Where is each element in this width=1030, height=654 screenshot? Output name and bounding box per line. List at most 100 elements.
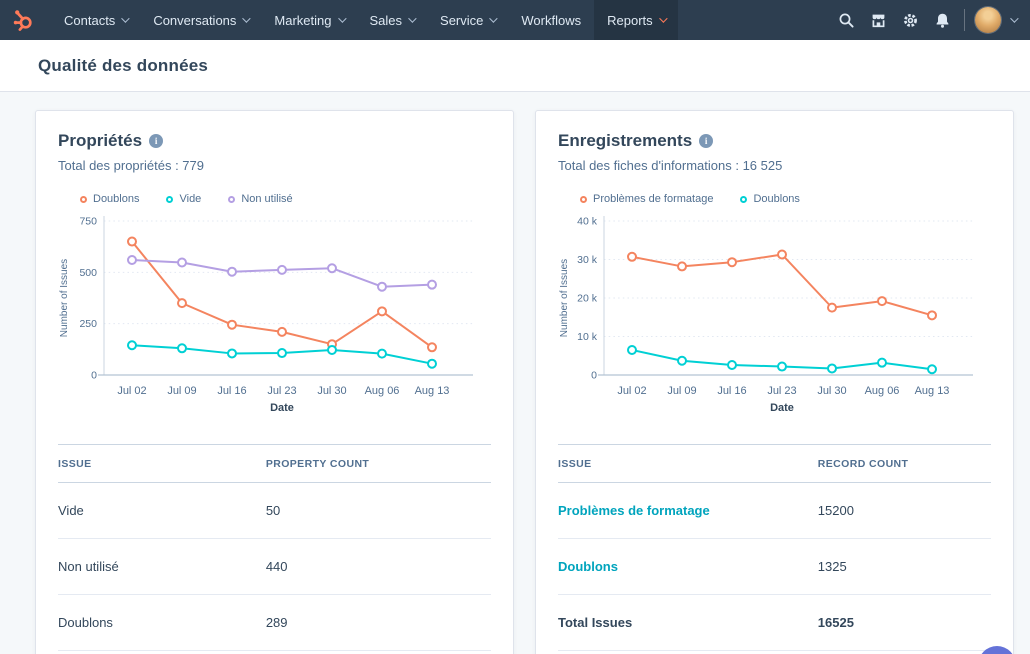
legend-label: Doublons	[753, 193, 799, 205]
marketplace-icon	[870, 12, 887, 29]
x-tick-label: Jul 02	[117, 385, 146, 397]
chart-point-doublons	[428, 343, 436, 351]
x-tick-label: Jul 09	[667, 385, 696, 397]
x-tick-label: Aug 06	[865, 385, 900, 397]
table-row: Non utilisé 440	[58, 539, 491, 595]
chart-point-vide	[428, 360, 436, 368]
nav-item-sales[interactable]: Sales	[357, 0, 428, 40]
avatar[interactable]	[975, 7, 1001, 33]
chevron-down-icon	[659, 14, 667, 22]
chart-point-vide	[378, 350, 386, 358]
table-row: Problèmes de formatage 15200	[558, 483, 991, 539]
nav-item-contacts[interactable]: Contacts	[51, 0, 140, 40]
nav-item-label: Marketing	[274, 13, 331, 28]
count-cell: 289	[266, 615, 491, 630]
chevron-down-icon	[121, 14, 129, 22]
issue-link[interactable]: Problèmes de formatage	[558, 503, 818, 518]
hubspot-logo[interactable]	[0, 0, 51, 40]
chart-point-non-utilis-	[178, 258, 186, 266]
y-tick-label: 0	[591, 370, 597, 382]
properties-chart: 0250500750Jul 02Jul 09Jul 16Jul 23Jul 30…	[58, 207, 493, 417]
y-tick-label: 30 k	[577, 254, 598, 266]
chart-point-doublons	[228, 321, 236, 329]
count-cell: 1325	[818, 559, 991, 574]
total-issues-cell: Total Issues	[558, 615, 818, 630]
nav-item-label: Conversations	[153, 13, 236, 28]
x-axis-title: Date	[770, 402, 794, 414]
y-axis-title: Number of Issues	[59, 259, 70, 337]
chart-point-doublons	[278, 328, 286, 336]
y-tick-label: 40 k	[577, 216, 598, 228]
chart-point-non-utilis-	[278, 266, 286, 274]
legend-label: Vide	[179, 193, 201, 205]
column-header-record-count: RECORD COUNT	[818, 458, 991, 470]
chart-point-vide	[128, 341, 136, 349]
table-row: Doublons 289	[58, 595, 491, 651]
x-tick-label: Jul 30	[317, 385, 346, 397]
y-tick-label: 0	[91, 370, 97, 382]
chart-point-doublons	[628, 346, 636, 354]
chart-point-probl-mes-de-formatage	[678, 262, 686, 270]
legend-label: Problèmes de formatage	[593, 193, 713, 205]
nav-item-workflows[interactable]: Workflows	[508, 0, 594, 40]
chart-point-vide	[328, 346, 336, 354]
column-header-issue: ISSUE	[558, 458, 818, 470]
chart-point-probl-mes-de-formatage	[928, 311, 936, 319]
page-title: Qualité des données	[38, 56, 208, 76]
settings-button[interactable]	[894, 0, 926, 40]
page-header: Qualité des données	[0, 40, 1030, 92]
legend-item-non-utilis-[interactable]: Non utilisé	[228, 193, 292, 205]
total-count-cell: 16525	[818, 615, 991, 630]
legend-item-vide[interactable]: Vide	[166, 193, 201, 205]
nav-item-label: Sales	[370, 13, 403, 28]
legend-marker-icon	[228, 196, 235, 203]
chart-point-non-utilis-	[228, 268, 236, 276]
chart-point-vide	[228, 349, 236, 357]
chart-point-doublons	[178, 299, 186, 307]
chevron-down-icon	[490, 14, 498, 22]
issue-cell: Doublons	[58, 615, 266, 630]
y-tick-label: 10 k	[577, 331, 598, 343]
chart-point-doublons	[678, 357, 686, 365]
info-icon[interactable]: i	[699, 134, 713, 148]
nav-item-marketing[interactable]: Marketing	[261, 0, 356, 40]
gear-icon	[902, 12, 919, 29]
sprocket-icon	[11, 7, 35, 33]
nav-item-reports[interactable]: Reports	[594, 0, 678, 40]
x-tick-label: Aug 06	[365, 385, 400, 397]
legend-item-probl-mes-de-formatage[interactable]: Problèmes de formatage	[580, 193, 713, 205]
nav-right-section	[830, 0, 1030, 40]
chart-point-doublons	[878, 359, 886, 367]
legend-item-doublons[interactable]: Doublons	[80, 193, 139, 205]
chart-point-non-utilis-	[378, 283, 386, 291]
info-icon[interactable]: i	[149, 134, 163, 148]
issue-cell: Vide	[58, 503, 266, 518]
chart-point-non-utilis-	[128, 256, 136, 264]
y-axis-title: Number of Issues	[559, 259, 570, 337]
chevron-down-icon[interactable]	[1010, 14, 1018, 22]
table-row-total: Total Issues 16525	[558, 595, 991, 651]
chart-point-probl-mes-de-formatage	[778, 250, 786, 258]
notifications-button[interactable]	[926, 0, 958, 40]
column-header-property-count: PROPERTY COUNT	[266, 458, 491, 470]
issue-link[interactable]: Doublons	[558, 559, 818, 574]
records-table: ISSUE RECORD COUNT Problèmes de formatag…	[558, 444, 991, 651]
legend-marker-icon	[580, 196, 587, 203]
chart-point-probl-mes-de-formatage	[828, 304, 836, 312]
records-chart: 010 k20 k30 k40 kJul 02Jul 09Jul 16Jul 2…	[558, 207, 993, 417]
chart-point-probl-mes-de-formatage	[878, 297, 886, 305]
legend-marker-icon	[80, 196, 87, 203]
properties-card: Propriétés i Total des propriétés : 779 …	[35, 110, 514, 654]
column-header-issue: ISSUE	[58, 458, 266, 470]
legend-marker-icon	[740, 196, 747, 203]
legend-item-doublons[interactable]: Doublons	[740, 193, 799, 205]
marketplace-button[interactable]	[862, 0, 894, 40]
chart-point-probl-mes-de-formatage	[728, 258, 736, 266]
nav-item-conversations[interactable]: Conversations	[140, 0, 261, 40]
records-card: Enregistrements i Total des fiches d'inf…	[535, 110, 1014, 654]
search-button[interactable]	[830, 0, 862, 40]
chart-legend: Doublons Vide Non utilisé	[80, 193, 491, 205]
card-subtitle: Total des propriétés : 779	[58, 158, 491, 173]
nav-item-service[interactable]: Service	[427, 0, 508, 40]
x-tick-label: Jul 23	[267, 385, 296, 397]
